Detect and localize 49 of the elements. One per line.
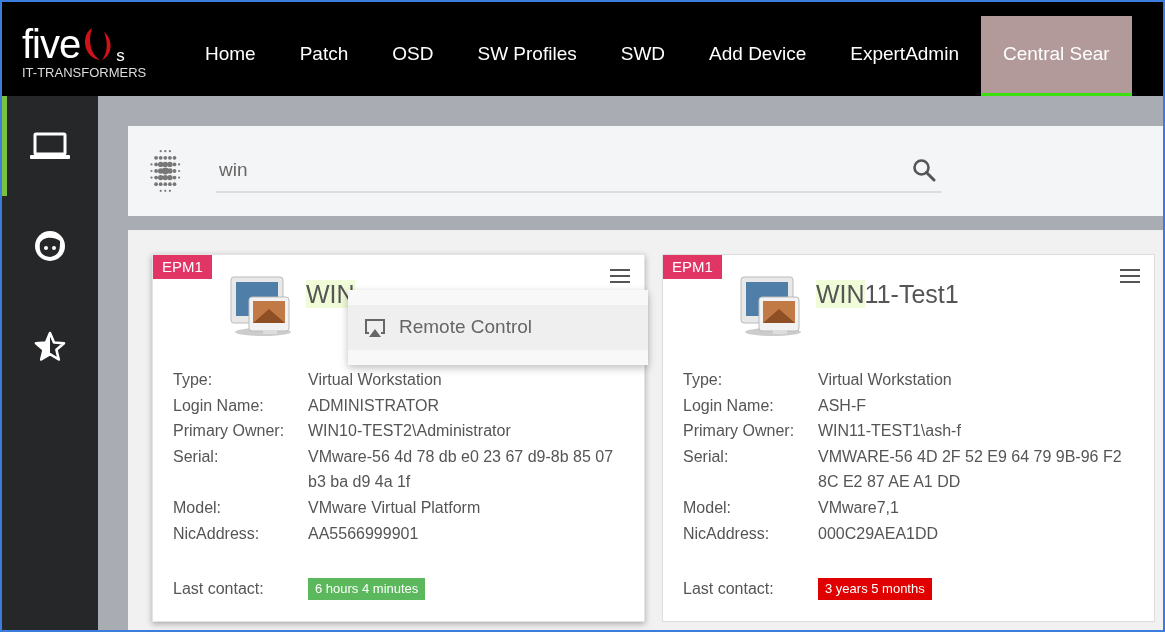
field-value: Virtual Workstation [308,370,442,390]
field-value: WIN11-TEST1\ash-f [818,421,961,442]
field-label: Primary Owner: [173,421,286,442]
menu-icon[interactable] [610,269,630,283]
star-icon[interactable] [34,331,66,361]
search-icon[interactable] [912,158,936,182]
field-value: VMware7,1 [818,497,899,518]
face-icon[interactable] [33,229,67,263]
field-value: ADMINISTRATOR [308,395,439,416]
field-label: Serial: [683,446,730,467]
nav-tab[interactable]: SW Profiles [455,16,599,96]
field-label: Primary Owner: [683,421,796,442]
field-value: VMware-56 4d 78 db e0 23 67 d9-8b 85 07 b3 ba d9 4a 1f [308,446,615,493]
field-label: Last contact: [683,579,775,599]
field-value: WIN10-TEST2\Administrator [308,421,511,442]
field-label: Type: [173,370,214,390]
nav-tab[interactable]: SWD [598,16,688,96]
logo-tagline: IT-TRANSFORMERS [22,66,148,80]
field-label: Serial: [173,446,220,467]
menu-item[interactable]: Remote Control [348,305,648,350]
field-value: AA5566999901 [308,523,419,544]
field-label: NicAddress: [683,523,771,544]
screen-cast-icon [363,316,387,339]
field-value: ASH-F [818,395,866,416]
device-title: WIN11-Test1 [816,279,959,310]
logo-text: five [22,24,81,64]
field-label: Type: [683,370,724,390]
menu-icon[interactable] [1120,269,1140,283]
field-label: Model: [173,497,223,518]
nav-tab[interactable]: OSD [370,16,456,96]
field-label: Last contact: [173,579,265,599]
device-badge: EPM1 [153,255,212,279]
nav-tab[interactable]: Patch [277,16,371,96]
status-badge: 6 hours 4 minutes [308,578,426,600]
field-label: Model: [683,497,733,518]
nav-tab[interactable]: ExpertAdmin [828,16,981,96]
field-value: VMware Virtual Platform [308,497,481,518]
field-label: Login Name: [683,395,775,416]
field-value: 000C29AEA1DD [818,523,939,544]
nav-tab[interactable]: Home [183,16,278,96]
status-badge: 3 years 5 months [818,578,932,600]
field-label: NicAddress: [173,523,261,544]
field-value: VMWARE-56 4D 2F 52 E9 64 79 9B-96 F2 8C E2 87 AE A1 DD [818,446,1123,493]
logo-text: s [116,47,125,64]
device-badge: EPM1 [663,255,722,279]
nav-tab[interactable]: Add Device [687,16,829,96]
field-label: Login Name: [173,395,265,416]
field-value: Virtual Workstation [818,370,952,390]
laptop-icon[interactable] [30,132,70,160]
